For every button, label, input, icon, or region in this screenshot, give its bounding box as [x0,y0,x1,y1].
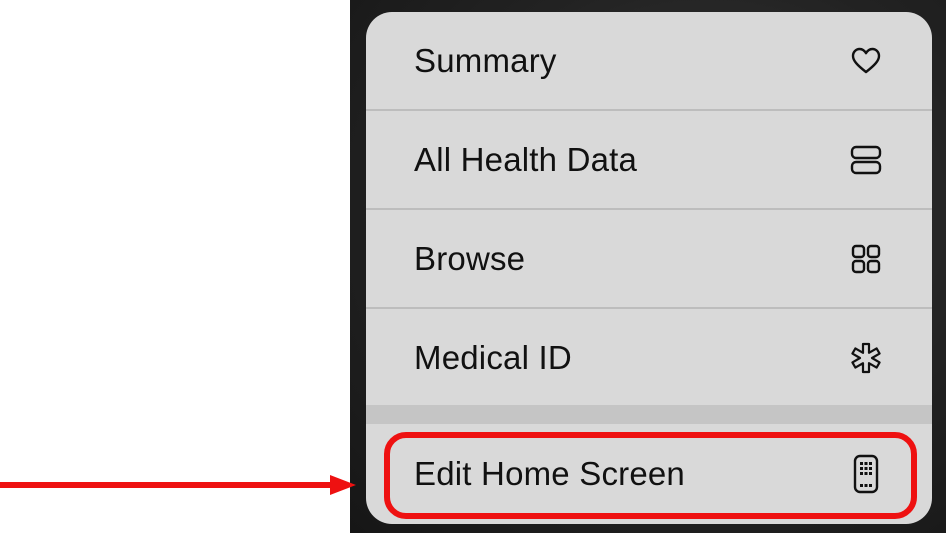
phone-icon [844,452,888,496]
menu-item-summary[interactable]: Summary [366,12,932,110]
menu-item-all-health-data[interactable]: All Health Data [366,111,932,209]
menu-item-label: Summary [414,42,557,79]
menu-item-label: Edit Home Screen [414,455,685,492]
context-menu: Summary All Health Data Browse Medical I… [366,12,932,524]
arrow-icon [0,475,356,495]
menu-item-label: All Health Data [414,141,638,178]
menu-item-browse[interactable]: Browse [366,210,932,308]
menu-item-label: Browse [414,240,526,277]
grid-icon [844,237,888,281]
medical-star-icon [844,336,888,380]
menu-item-label: Medical ID [414,339,572,376]
stacked-rows-icon [844,138,888,182]
menu-group-separator [366,405,932,424]
heart-icon [844,39,888,83]
menu-item-medical-id[interactable]: Medical ID [366,309,932,407]
menu-item-edit-home-screen[interactable]: Edit Home Screen [366,424,932,524]
